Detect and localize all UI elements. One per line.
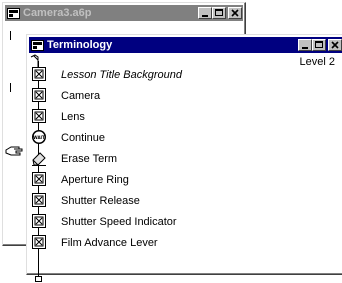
flow-item[interactable]: Shutter Speed Indicator (31, 212, 177, 231)
minimize-button[interactable] (198, 7, 212, 19)
maximize-button[interactable] (212, 7, 226, 19)
back-window-titlebar[interactable]: Camera3.a6p (5, 5, 243, 21)
authorware-file-icon (30, 39, 44, 52)
wait-icon[interactable]: WAIT (31, 129, 47, 146)
maximize-button[interactable] (312, 39, 326, 51)
level-label: Level 2 (299, 56, 335, 68)
close-icon (331, 41, 339, 49)
front-window-titlebar[interactable]: Terminology (29, 37, 342, 53)
flow-item[interactable]: Lens (31, 107, 85, 126)
flow-item[interactable]: Shutter Release (31, 191, 140, 210)
close-button[interactable] (228, 7, 242, 19)
flowline-stub (10, 31, 11, 40)
close-button[interactable] (328, 39, 342, 51)
flowline-exit (35, 276, 42, 282)
flow-item[interactable]: Film Advance Lever (31, 233, 158, 252)
desktop: { "back_window": { "title": "Camera3.a6p… (0, 0, 342, 282)
flow-item-label: Lesson Title Background (61, 68, 182, 81)
flow-item[interactable]: Lesson Title Background (31, 65, 182, 84)
flow-item[interactable]: Aperture Ring (31, 170, 129, 189)
back-window-title: Camera3.a6p (23, 7, 92, 19)
display-icon[interactable] (31, 108, 47, 125)
display-icon[interactable] (31, 213, 47, 230)
flow-item-label: Continue (61, 131, 106, 144)
flow-item-label: Shutter Release (61, 194, 140, 207)
svg-text:WAIT: WAIT (33, 135, 45, 140)
flow-item-label: Film Advance Lever (61, 236, 158, 249)
hand-pointer-icon (5, 146, 23, 156)
flow-item[interactable]: WAIT Continue (31, 128, 105, 147)
flowline-canvas[interactable]: Level 2 Lesson Title Background Camera L… (5, 53, 342, 282)
minimize-button[interactable] (298, 39, 312, 51)
display-icon[interactable] (31, 192, 47, 209)
display-icon[interactable] (31, 171, 47, 188)
flow-item[interactable]: Erase Term (31, 149, 117, 168)
display-icon[interactable] (31, 234, 47, 251)
flow-item-label: Aperture Ring (61, 173, 129, 186)
maximize-icon (215, 9, 223, 16)
flow-item-label: Shutter Speed Indicator (61, 215, 177, 228)
maximize-icon (315, 41, 323, 48)
display-icon[interactable] (31, 66, 47, 83)
minimize-icon (202, 15, 208, 17)
flow-item-label: Camera (61, 89, 101, 102)
front-window-title: Terminology (47, 39, 113, 51)
flowline-stub (10, 83, 11, 92)
flow-item-label: Lens (61, 110, 85, 123)
flow-item-label: Erase Term (61, 152, 118, 165)
display-icon[interactable] (31, 87, 47, 104)
authorware-file-icon (6, 7, 20, 20)
front-window: Terminology Level 2 Lesson Title Backgro… (5, 34, 342, 282)
minimize-icon (302, 47, 308, 49)
erase-icon[interactable] (31, 150, 47, 167)
close-icon (231, 9, 239, 17)
flow-item[interactable]: Camera (31, 86, 100, 105)
